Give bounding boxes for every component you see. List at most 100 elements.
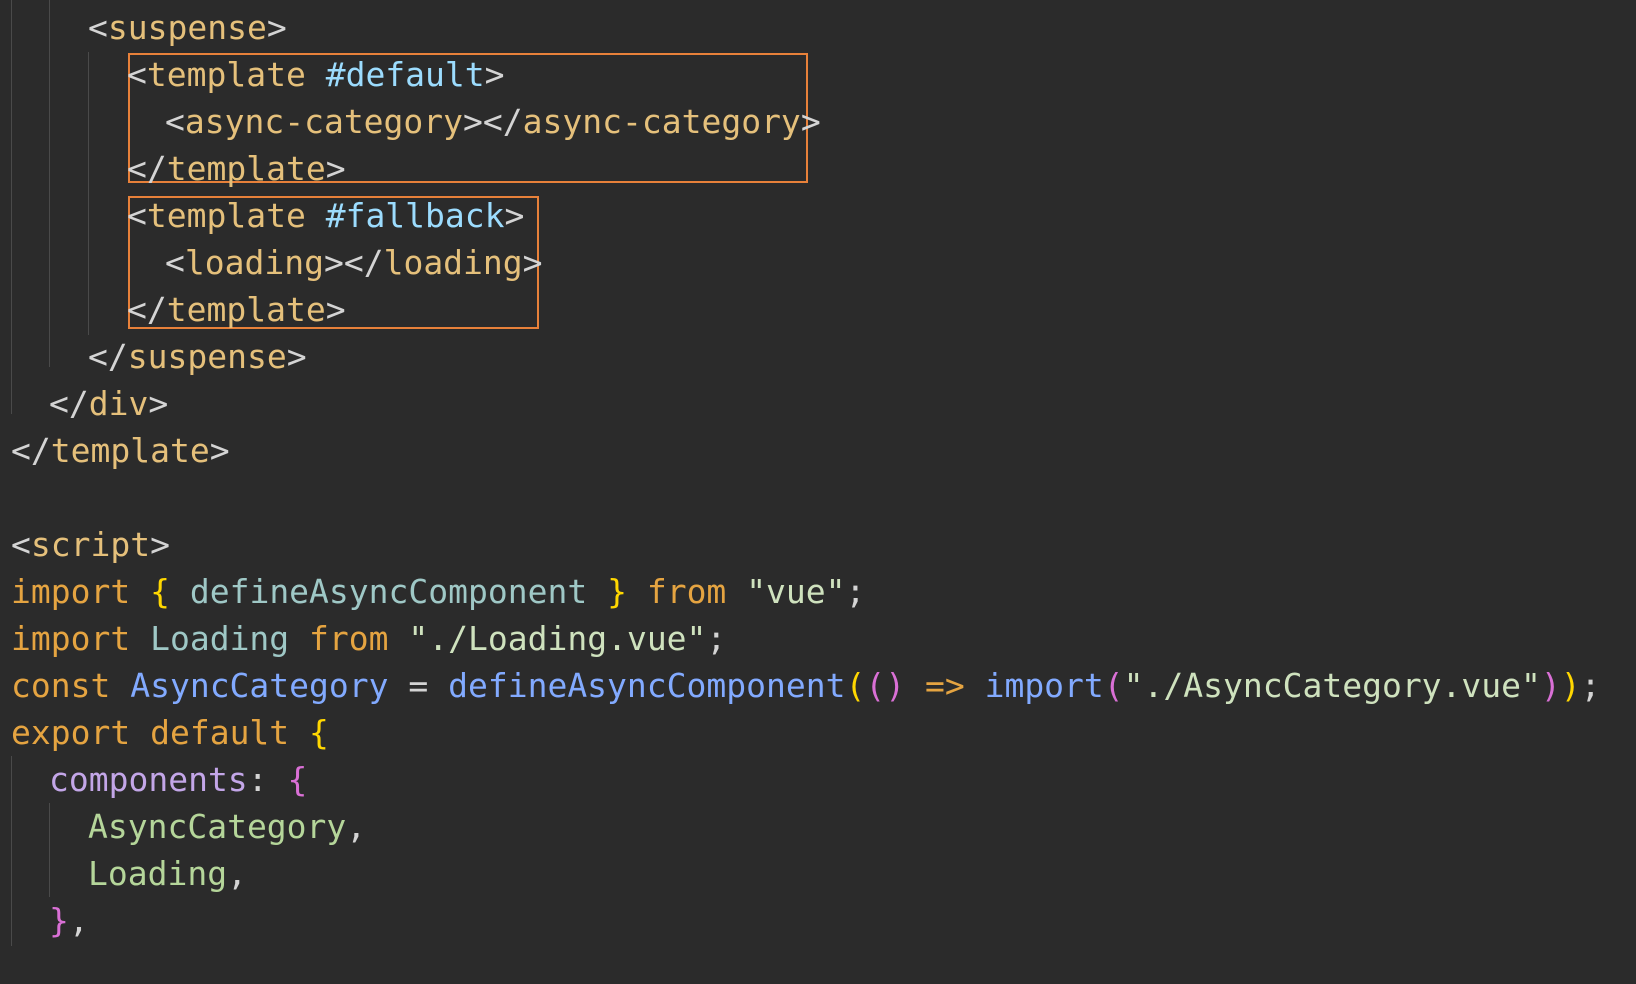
token: { bbox=[287, 760, 308, 799]
token: Loading bbox=[88, 854, 228, 893]
token: > bbox=[463, 102, 483, 141]
token: ; bbox=[845, 572, 866, 611]
token: async-category bbox=[184, 102, 464, 141]
token: import bbox=[11, 572, 131, 611]
token: suspense bbox=[107, 8, 267, 47]
token: : bbox=[247, 760, 288, 799]
code-line: <template #fallback> bbox=[127, 192, 524, 239]
token: , bbox=[227, 854, 247, 893]
token: => bbox=[905, 666, 985, 705]
code-line: </template> bbox=[127, 286, 346, 333]
token: > bbox=[150, 525, 170, 564]
token: async-category bbox=[522, 102, 801, 141]
token: export bbox=[11, 713, 131, 752]
token: > bbox=[504, 196, 525, 235]
token: </ bbox=[343, 243, 384, 282]
indent-guide bbox=[49, 0, 50, 367]
token: < bbox=[11, 525, 31, 564]
token: Loading bbox=[150, 619, 290, 658]
token: defineAsyncComponent bbox=[448, 666, 846, 705]
token: script bbox=[30, 525, 151, 564]
token: "./Loading.vue" bbox=[408, 619, 707, 658]
code-line: }, bbox=[49, 897, 89, 944]
code-line: </template> bbox=[127, 145, 346, 192]
token: < bbox=[165, 243, 185, 282]
code-line: components: { bbox=[49, 756, 307, 803]
code-line: <template #default> bbox=[127, 51, 505, 98]
indent-guide bbox=[11, 0, 12, 414]
code-line: </suspense> bbox=[88, 333, 307, 380]
token: } bbox=[607, 572, 627, 611]
token: import bbox=[11, 619, 131, 658]
token: </ bbox=[127, 290, 167, 329]
code-line: export default { bbox=[11, 709, 329, 756]
code-line: <async-category></async-category> bbox=[165, 98, 821, 145]
indent-guide bbox=[49, 803, 50, 897]
token: #fallback bbox=[325, 196, 505, 235]
token: > bbox=[323, 243, 344, 282]
token: template bbox=[50, 431, 210, 470]
token: ; bbox=[1580, 666, 1601, 705]
token: template bbox=[166, 290, 326, 329]
token: from bbox=[646, 572, 727, 611]
code-line: const AsyncCategory = defineAsyncCompone… bbox=[11, 662, 1601, 709]
token: () bbox=[865, 666, 906, 705]
token: from bbox=[309, 619, 389, 658]
token: < bbox=[165, 102, 185, 141]
token: import bbox=[984, 666, 1104, 705]
token: = bbox=[388, 666, 449, 705]
token: components bbox=[49, 760, 248, 799]
token: loading bbox=[383, 243, 523, 282]
code-line: <loading></loading> bbox=[165, 239, 543, 286]
token: , bbox=[346, 807, 367, 846]
token: > bbox=[266, 8, 287, 47]
indent-guide bbox=[88, 52, 89, 335]
token: template bbox=[146, 55, 306, 94]
token: > bbox=[484, 55, 505, 94]
code-editor[interactable]: <suspense> <template #default> <async-ca… bbox=[0, 0, 1636, 984]
indent-guide bbox=[11, 756, 12, 946]
token: > bbox=[148, 384, 169, 423]
code-line: import { defineAsyncComponent } from "vu… bbox=[11, 568, 865, 615]
token: </ bbox=[49, 384, 89, 423]
token: ( bbox=[845, 666, 866, 705]
token: default bbox=[150, 713, 290, 752]
token: < bbox=[127, 55, 147, 94]
token: > bbox=[325, 290, 346, 329]
token: ( bbox=[1103, 666, 1124, 705]
code-line: Loading, bbox=[88, 850, 247, 897]
token: AsyncCategory bbox=[130, 666, 389, 705]
token: </ bbox=[482, 102, 523, 141]
token: </ bbox=[127, 149, 167, 188]
token: > bbox=[325, 149, 346, 188]
token: loading bbox=[184, 243, 324, 282]
token: < bbox=[127, 196, 147, 235]
token: > bbox=[209, 431, 230, 470]
token: ) bbox=[1560, 666, 1581, 705]
token: AsyncCategory bbox=[88, 807, 347, 846]
code-line: </template> bbox=[11, 427, 230, 474]
token: template bbox=[166, 149, 326, 188]
code-line: <script> bbox=[11, 521, 170, 568]
token: const bbox=[11, 666, 111, 705]
token: defineAsyncComponent bbox=[189, 572, 588, 611]
code-line: AsyncCategory, bbox=[88, 803, 366, 850]
token: { bbox=[150, 572, 170, 611]
token: suspense bbox=[127, 337, 287, 376]
token: } bbox=[49, 901, 69, 940]
token: div bbox=[88, 384, 149, 423]
code-line: </div> bbox=[49, 380, 168, 427]
token: , bbox=[68, 901, 89, 940]
